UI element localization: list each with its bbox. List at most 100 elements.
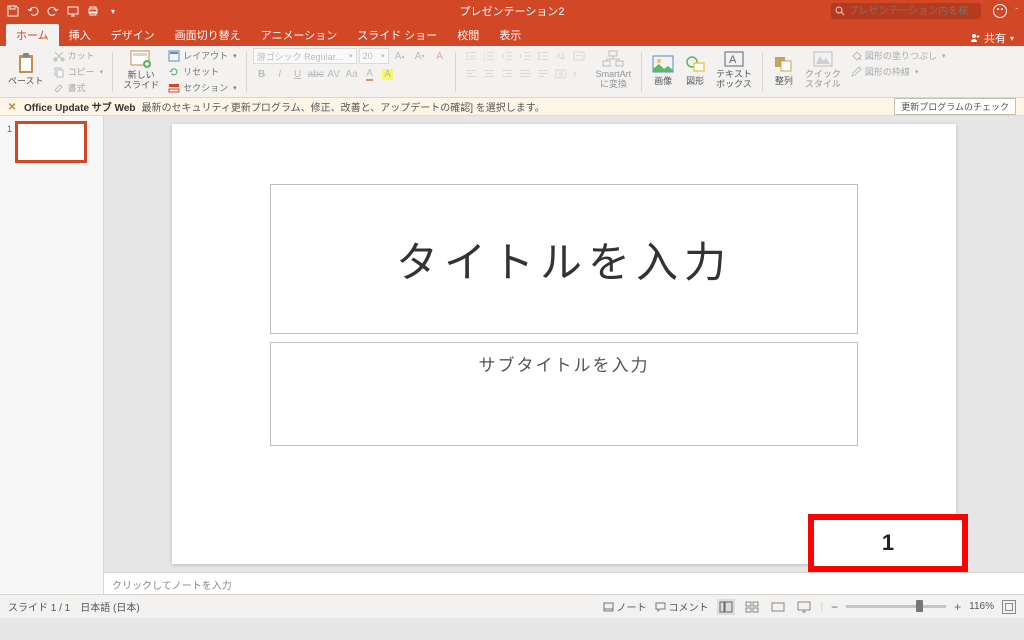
decrease-indent-icon[interactable] <box>498 48 516 63</box>
thumbnail-pane[interactable]: 1 <box>0 116 104 594</box>
rtl-icon[interactable]: ¶ <box>570 66 588 81</box>
underline-button[interactable]: U <box>289 66 307 82</box>
quick-access-toolbar: ▾ <box>6 4 120 18</box>
char-spacing-button[interactable]: Aa <box>343 66 361 82</box>
tab-design[interactable]: デザイン <box>101 24 165 46</box>
title-placeholder[interactable]: タイトルを入力 <box>270 184 858 334</box>
quick-styles-icon <box>812 50 834 68</box>
line-spacing-icon[interactable] <box>534 48 552 63</box>
msgbar-title: Office Update サブ Web <box>24 99 136 114</box>
italic-button[interactable]: I <box>271 66 289 82</box>
tab-slideshow[interactable]: スライド ショー <box>347 24 447 46</box>
copy-icon <box>53 66 65 78</box>
sorter-view-icon[interactable] <box>743 599 761 615</box>
slide-canvas[interactable]: タイトルを入力 サブタイトルを入力 1 <box>104 116 1024 572</box>
normal-view-icon[interactable] <box>717 599 735 615</box>
strike-button[interactable]: abc <box>307 66 325 82</box>
align-right-icon[interactable] <box>498 66 516 81</box>
text-direction-icon[interactable]: A <box>552 48 570 63</box>
font-size-combo[interactable]: 20▾ <box>359 48 389 64</box>
language-indicator[interactable]: 日本語 (日本) <box>80 599 139 614</box>
increase-font-icon[interactable]: A▴ <box>391 48 409 64</box>
tab-insert[interactable]: 挿入 <box>59 24 101 46</box>
increase-indent-icon[interactable] <box>516 48 534 63</box>
align-text-icon[interactable] <box>570 48 588 63</box>
align-center-icon[interactable] <box>480 66 498 81</box>
person-plus-icon <box>970 33 980 43</box>
thumbnail-item[interactable]: 1 <box>4 122 99 162</box>
layout-button[interactable]: レイアウト▾ <box>165 48 240 63</box>
close-icon[interactable]: ✕ <box>8 102 18 112</box>
clear-format-icon[interactable]: A <box>431 48 449 64</box>
reading-view-icon[interactable] <box>769 599 787 615</box>
quick-styles-button[interactable]: クイック スタイル <box>801 48 845 92</box>
arrange-icon <box>773 53 795 75</box>
thumbnail-preview[interactable] <box>16 122 86 162</box>
slide[interactable]: タイトルを入力 サブタイトルを入力 1 <box>172 124 956 564</box>
highlight-button[interactable]: A <box>379 66 397 82</box>
tab-view[interactable]: 表示 <box>489 24 531 46</box>
search-input[interactable] <box>848 6 968 17</box>
format-painter-button[interactable]: 書式 <box>50 80 107 95</box>
document-title: プレゼンテーション2 <box>460 3 565 19</box>
feedback-icon[interactable] <box>993 4 1007 18</box>
reset-button[interactable]: リセット <box>165 64 240 79</box>
tab-home[interactable]: ホーム <box>6 24 59 46</box>
numbering-icon[interactable]: 123 <box>480 48 498 63</box>
copy-button[interactable]: コピー▾ <box>50 64 107 79</box>
zoom-out-button[interactable]: − <box>831 600 838 614</box>
bold-button[interactable]: B <box>253 66 271 82</box>
distribute-icon[interactable] <box>534 66 552 81</box>
arrange-button[interactable]: 整列 <box>769 48 799 92</box>
notes-toggle[interactable]: ノート <box>603 599 647 614</box>
decrease-font-icon[interactable]: A▾ <box>411 48 429 64</box>
msgbar-text: 最新のセキュリティ更新プログラム、修正、改善と、アップデートの確認] を選択しま… <box>142 99 545 114</box>
zoom-thumb[interactable] <box>916 600 923 612</box>
tab-transitions[interactable]: 画面切り替え <box>165 24 251 46</box>
tab-review[interactable]: 校閲 <box>447 24 489 46</box>
tab-animations[interactable]: アニメーション <box>251 24 348 46</box>
presentation-icon[interactable] <box>66 4 80 18</box>
picture-icon <box>652 53 674 75</box>
textbox-icon: A <box>723 50 745 68</box>
comment-icon <box>655 602 666 612</box>
qat-customize-icon[interactable]: ▾ <box>106 4 120 18</box>
repeat-icon[interactable] <box>46 4 60 18</box>
clipboard-icon <box>15 53 37 75</box>
ribbon-collapse-icon[interactable]: ˇ <box>1015 7 1018 16</box>
font-name-combo[interactable]: 游ゴシック Regular...▾ <box>253 48 357 64</box>
new-slide-button[interactable]: 新しい スライド <box>119 48 163 92</box>
pen-outline-icon <box>850 66 862 78</box>
reset-icon <box>168 66 180 78</box>
shape-outline-button[interactable]: 図形の枠線▾ <box>847 64 949 79</box>
shadow-button[interactable]: AV <box>325 66 343 82</box>
zoom-level[interactable]: 116% <box>969 601 994 612</box>
shape-fill-button[interactable]: 図形の塗りつぶし▾ <box>847 48 949 63</box>
shapes-label: 図形 <box>686 77 704 87</box>
slideshow-view-icon[interactable] <box>795 599 813 615</box>
smartart-button[interactable]: SmartArt に変換 <box>592 48 636 92</box>
fit-to-window-icon[interactable] <box>1002 600 1016 614</box>
font-color-button[interactable]: A <box>361 66 379 82</box>
justify-icon[interactable] <box>516 66 534 81</box>
check-updates-button[interactable]: 更新プログラムのチェック <box>894 98 1016 115</box>
search-box[interactable] <box>831 3 981 19</box>
zoom-in-button[interactable]: + <box>954 600 961 614</box>
comments-toggle[interactable]: コメント <box>655 599 709 614</box>
print-icon[interactable] <box>86 4 100 18</box>
section-button[interactable]: セクション▾ <box>165 80 240 95</box>
shapes-button[interactable]: 図形 <box>680 48 710 92</box>
textbox-button[interactable]: Aテキスト ボックス <box>712 48 756 92</box>
paste-button[interactable]: ペースト <box>4 48 48 92</box>
bullets-icon[interactable] <box>462 48 480 63</box>
picture-button[interactable]: 画像 <box>648 48 678 92</box>
share-button[interactable]: 共有 ▾ <box>970 30 1024 46</box>
undo-icon[interactable] <box>26 4 40 18</box>
save-icon[interactable] <box>6 4 20 18</box>
subtitle-placeholder[interactable]: サブタイトルを入力 <box>270 342 858 446</box>
notes-pane[interactable]: クリックしてノートを入力 <box>104 572 1024 594</box>
zoom-slider[interactable] <box>846 605 946 608</box>
align-left-icon[interactable] <box>462 66 480 81</box>
cut-button[interactable]: カット <box>50 48 107 63</box>
columns-icon[interactable] <box>552 66 570 81</box>
